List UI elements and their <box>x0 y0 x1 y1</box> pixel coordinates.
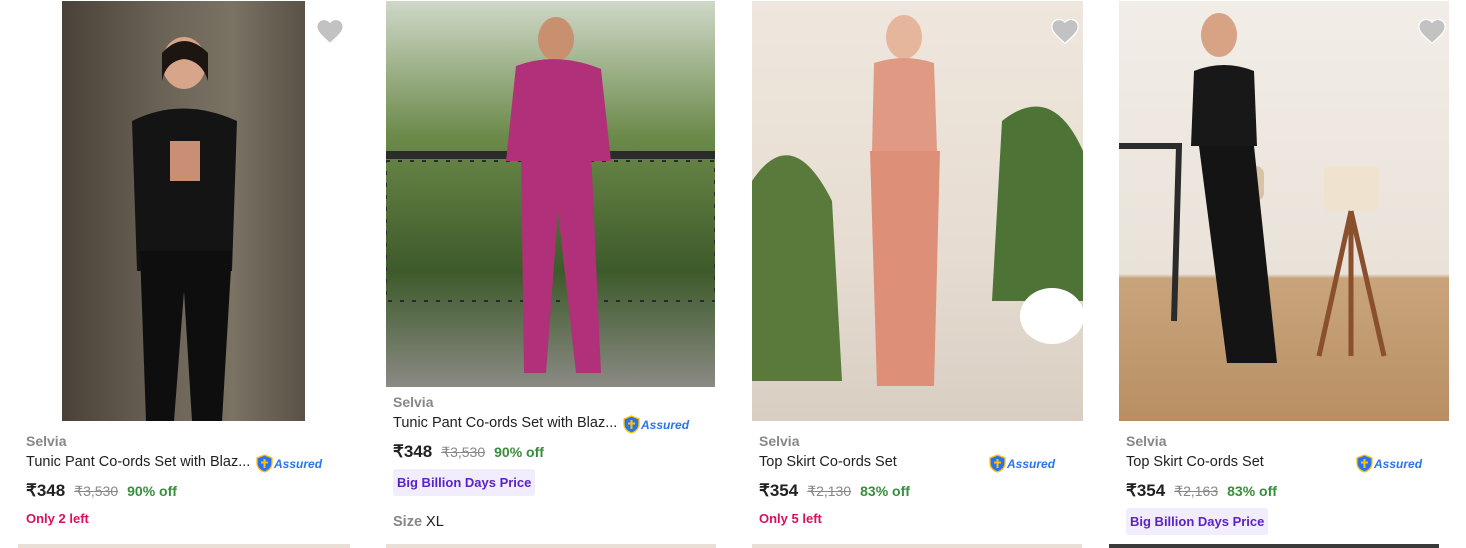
product-image[interactable] <box>386 1 715 387</box>
discount-percent: 83% off <box>860 483 910 499</box>
sale-price-tag: Big Billion Days Price <box>393 469 536 496</box>
product-card[interactable]: Selvia Tunic Pant Co-ords Set with Blaz.… <box>386 0 726 548</box>
product-card[interactable]: Selvia Tunic Pant Co-ords Set with Blaz.… <box>18 0 358 548</box>
brand-name: Selvia <box>26 433 67 449</box>
selling-price: ₹348 <box>26 481 66 500</box>
assured-label: Assured <box>1007 456 1056 471</box>
product-photo <box>386 17 715 373</box>
product-photo <box>1119 13 1387 363</box>
assured-label: Assured <box>1374 456 1423 471</box>
assured-shield-icon <box>256 454 273 473</box>
product-card[interactable]: Selvia Top Skirt Co-ords Set Assured ₹35… <box>1109 0 1459 548</box>
brand-name: Selvia <box>759 433 800 449</box>
brand-name: Selvia <box>393 394 434 410</box>
assured-shield-icon <box>623 415 640 434</box>
discount-percent: 90% off <box>127 483 177 499</box>
sale-price-tag: Big Billion Days Price <box>1126 508 1269 535</box>
product-photo <box>752 15 1083 386</box>
product-image[interactable] <box>1119 1 1449 421</box>
product-image[interactable] <box>752 1 1083 421</box>
product-title[interactable]: Top Skirt Co-ords Set <box>759 454 897 470</box>
price-row: ₹348 ₹3,530 90% off <box>393 442 544 462</box>
assured-label: Assured <box>274 456 323 471</box>
next-row-image-edge <box>386 544 716 548</box>
price-row: ₹354 ₹2,130 83% off <box>759 481 910 501</box>
size-info: Size XL <box>393 514 444 530</box>
assured-shield-icon <box>989 454 1006 473</box>
stock-alert: Only 5 left <box>759 511 822 526</box>
next-row-image-edge <box>18 544 350 548</box>
selling-price: ₹354 <box>759 481 799 500</box>
size-label: Size <box>393 514 423 530</box>
stock-alert: Only 2 left <box>26 511 89 526</box>
price-row: ₹354 ₹2,163 83% off <box>1126 481 1277 501</box>
wishlist-heart-icon[interactable] <box>313 14 347 48</box>
original-price: ₹3,530 <box>74 483 119 499</box>
product-title[interactable]: Tunic Pant Co-ords Set with Blaz... <box>393 415 617 431</box>
discount-percent: 83% off <box>1227 483 1277 499</box>
assured-badge: Assured <box>1356 454 1422 473</box>
brand-name: Selvia <box>1126 433 1167 449</box>
original-price: ₹2,163 <box>1174 483 1219 499</box>
product-photo <box>132 37 237 421</box>
next-row-image-edge <box>1109 544 1439 548</box>
original-price: ₹2,130 <box>807 483 852 499</box>
assured-badge: Assured <box>623 415 689 434</box>
original-price: ₹3,530 <box>441 444 486 460</box>
product-title[interactable]: Top Skirt Co-ords Set <box>1126 454 1264 470</box>
assured-badge: Assured <box>256 454 322 473</box>
wishlist-heart-icon[interactable] <box>1048 14 1082 48</box>
selling-price: ₹348 <box>393 442 433 461</box>
size-value: XL <box>426 514 444 530</box>
next-row-image-edge <box>752 544 1082 548</box>
assured-label: Assured <box>641 417 690 432</box>
assured-shield-icon <box>1356 454 1373 473</box>
product-title[interactable]: Tunic Pant Co-ords Set with Blaz... <box>26 454 250 470</box>
wishlist-heart-icon[interactable] <box>1415 14 1449 48</box>
assured-badge: Assured <box>989 454 1055 473</box>
price-row: ₹348 ₹3,530 90% off <box>26 481 177 501</box>
discount-percent: 90% off <box>494 444 544 460</box>
product-card[interactable]: Selvia Top Skirt Co-ords Set Assured ₹35… <box>752 0 1092 548</box>
selling-price: ₹354 <box>1126 481 1166 500</box>
product-image[interactable] <box>62 1 305 421</box>
